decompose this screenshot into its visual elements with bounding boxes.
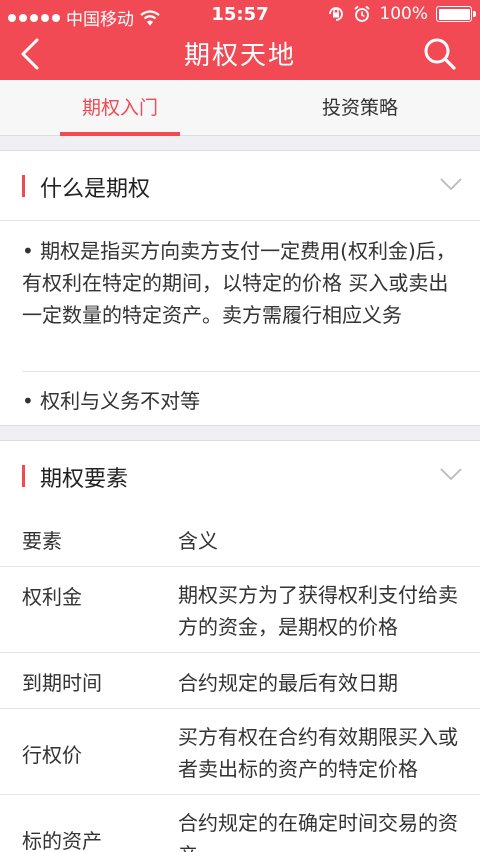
battery-percent: 100%	[379, 4, 428, 24]
header-key: 要素	[22, 529, 62, 553]
header-value: 含义	[178, 529, 218, 553]
active-tab-indicator	[60, 132, 180, 136]
section-option-elements: 期权要素 要素 含义 权利金 期权买方为了获得权利支付给卖方的资金，是期权的价格…	[0, 440, 480, 852]
page-title: 期权天地	[183, 41, 296, 71]
nav-bar: 期权天地	[0, 30, 480, 80]
section-header[interactable]: 什么是期权	[0, 151, 480, 221]
section-title: 什么是期权	[40, 177, 151, 202]
chevron-down-icon[interactable]	[440, 467, 462, 481]
tab-option-basics[interactable]: 期权入门	[60, 80, 180, 136]
section-title: 期权要素	[40, 467, 129, 492]
table-row: 到期时间 合约规定的最后有效日期	[0, 653, 480, 709]
table-row: 权利金 期权买方为了获得权利支付给卖方的资金，是期权的价格	[0, 567, 480, 653]
section-header[interactable]: 期权要素	[0, 441, 480, 511]
row-value: 合约规定的最后有效日期	[178, 671, 398, 695]
row-value: 买方有权在合约有效期限买入或者卖出标的资产的特定价格	[178, 725, 458, 781]
row-key: 标的资产	[22, 829, 102, 852]
table-row: 行权价 买方有权在合约有效期限买入或者卖出标的资产的特定价格	[0, 709, 480, 795]
divider	[22, 371, 480, 372]
tab-bar: 期权入门 投资策略	[0, 80, 480, 136]
definition-paragraph: • 期权是指买方向卖方支付一定费用(权利金)后，有权利在特定的期间，以特定的价格…	[22, 239, 456, 327]
table-row: 标的资产 合约规定的在确定时间交易的资产	[0, 795, 480, 852]
section-marker	[22, 465, 25, 487]
table-header-row: 要素 含义	[0, 511, 480, 567]
row-value: 期权买方为了获得权利支付给卖方的资金，是期权的价格	[178, 583, 458, 639]
search-icon[interactable]	[422, 36, 458, 72]
row-key: 到期时间	[22, 671, 102, 695]
status-bar: 中国移动 15:57 100%	[0, 0, 480, 32]
row-value: 合约规定的在确定时间交易的资产	[178, 811, 458, 852]
alarm-icon	[354, 5, 370, 22]
asymmetry-paragraph: • 权利与义务不对等	[22, 389, 201, 413]
section-what-is-option: 什么是期权 • 期权是指买方向卖方支付一定费用(权利金)后，有权利在特定的期间，…	[0, 150, 480, 426]
row-key: 行权价	[22, 743, 82, 767]
orientation-lock-icon	[329, 7, 344, 21]
chevron-down-icon[interactable]	[440, 177, 462, 191]
tab-investment-strategy[interactable]: 投资策略	[300, 80, 420, 136]
row-key: 权利金	[22, 585, 82, 609]
app-header: 中国移动 15:57 100% 期权天地	[0, 0, 480, 80]
section-marker	[22, 175, 25, 197]
battery-icon	[436, 6, 476, 22]
